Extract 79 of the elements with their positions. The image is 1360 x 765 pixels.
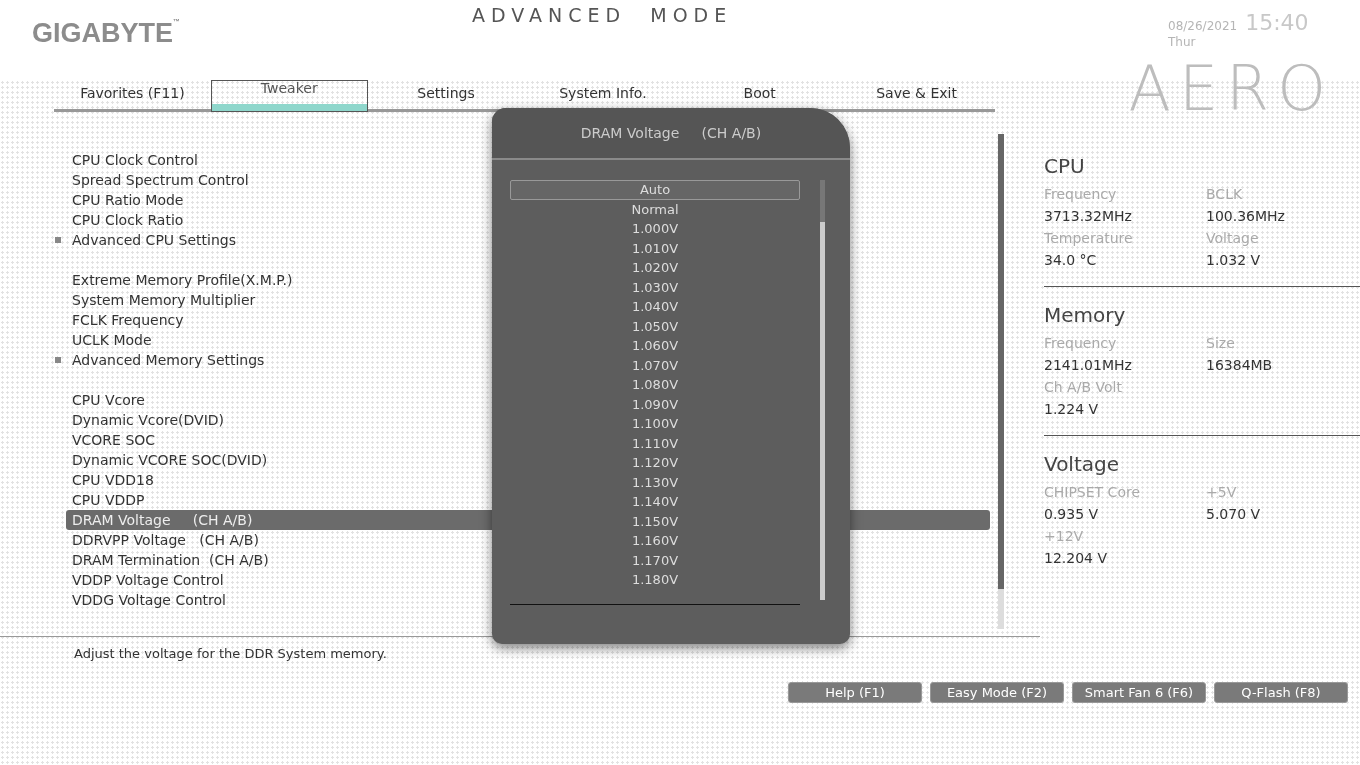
menu-item[interactable]: Dynamic VCORE SOC(DVID) <box>72 452 268 468</box>
menu-item[interactable]: CPU Clock Ratio <box>72 212 184 228</box>
option-item[interactable]: 1.040V <box>510 297 800 317</box>
menu-item[interactable]: DRAM Voltage (CH A/B) <box>72 512 253 528</box>
info-label: Frequency <box>1044 335 1118 351</box>
menu-item[interactable]: CPU Vcore <box>72 392 145 408</box>
option-item[interactable]: 1.060V <box>510 336 800 356</box>
option-item[interactable]: 1.020V <box>510 258 800 278</box>
day-text: Thur <box>1168 35 1197 49</box>
series-logo: AERO <box>1128 52 1334 125</box>
info-label: BCLK <box>1206 186 1244 202</box>
info-value: 1.224 V <box>1044 401 1100 417</box>
option-item[interactable]: 1.180V <box>510 570 800 590</box>
tab[interactable]: Tweaker <box>210 80 368 112</box>
option-item[interactable]: 1.140V <box>510 492 800 512</box>
mode-title: ADVANCED MODE <box>472 3 734 28</box>
section-title: CPU <box>1044 154 1086 178</box>
function-button[interactable]: Help (F1) <box>788 682 922 703</box>
info-label: CHIPSET Core <box>1044 484 1141 500</box>
menu-item[interactable]: VDDG Voltage Control <box>72 592 226 608</box>
menu-item[interactable]: Extreme Memory Profile(X.M.P.) <box>72 272 293 288</box>
option-item[interactable]: 1.010V <box>510 238 800 258</box>
function-button[interactable]: Easy Mode (F2) <box>930 682 1064 703</box>
option-item[interactable]: Normal <box>510 199 800 219</box>
menu-item[interactable]: System Memory Multiplier <box>72 292 256 308</box>
menu-item[interactable]: VDDP Voltage Control <box>72 572 224 588</box>
info-value: 34.0 °C <box>1044 252 1098 268</box>
info-label: Frequency <box>1044 186 1118 202</box>
tab[interactable]: Favorites (F11) <box>54 85 211 112</box>
info-value: 16384MB <box>1206 357 1274 373</box>
section-title: Memory <box>1044 303 1127 327</box>
info-value: 2141.01MHz <box>1044 357 1133 373</box>
info-value: 1.032 V <box>1206 252 1262 268</box>
option-item[interactable]: 1.070V <box>510 355 800 375</box>
option-item[interactable]: 1.130V <box>510 472 800 492</box>
menu-item[interactable]: VCORE SOC <box>72 432 156 448</box>
menu-item[interactable]: CPU VDD18 <box>72 472 154 488</box>
description-text: Adjust the voltage for the DDR System memory. <box>74 646 387 661</box>
menu-item[interactable]: CPU Ratio Mode <box>72 192 184 208</box>
menu-item[interactable]: CPU Clock Control <box>72 152 198 168</box>
menu-item[interactable]: Dynamic Vcore(DVID) <box>72 412 225 428</box>
info-label: Size <box>1206 335 1236 351</box>
menu-item[interactable]: Advanced Memory Settings <box>72 352 265 368</box>
option-item[interactable]: Auto <box>510 180 800 200</box>
option-item[interactable]: 1.110V <box>510 433 800 453</box>
option-item[interactable]: 1.090V <box>510 394 800 414</box>
option-item[interactable]: 1.050V <box>510 316 800 336</box>
info-label: Voltage <box>1206 230 1260 246</box>
info-label: Ch A/B Volt <box>1044 379 1123 395</box>
tab[interactable]: Save & Exit <box>838 85 995 112</box>
menu-item[interactable]: CPU VDDP <box>72 492 145 508</box>
menu-item[interactable]: Spread Spectrum Control <box>72 172 249 188</box>
menu-item[interactable]: FCLK Frequency <box>72 312 184 328</box>
option-item[interactable]: 1.160V <box>510 531 800 551</box>
function-button[interactable]: Smart Fan 6 (F6) <box>1072 682 1206 703</box>
info-value: 0.935 V <box>1044 506 1100 522</box>
option-item[interactable]: 1.150V <box>510 511 800 531</box>
option-item[interactable]: 1.100V <box>510 414 800 434</box>
section-title: Voltage <box>1044 452 1121 476</box>
menu-item[interactable]: Advanced CPU Settings <box>72 232 236 248</box>
popup-title: DRAM Voltage (CH A/B) <box>492 108 850 160</box>
info-value: 3713.32MHz <box>1044 208 1133 224</box>
option-item[interactable]: 1.120V <box>510 453 800 473</box>
info-value: 12.204 V <box>1044 550 1108 566</box>
menu-item[interactable]: DDRVPP Voltage (CH A/B) <box>72 532 259 548</box>
info-label: +12V <box>1044 528 1085 544</box>
popup-scrollbar[interactable] <box>820 180 825 600</box>
option-item[interactable]: 1.080V <box>510 375 800 395</box>
function-button[interactable]: Q-Flash (F8) <box>1214 682 1348 703</box>
option-item[interactable]: 1.000V <box>510 219 800 239</box>
option-item[interactable]: 1.170V <box>510 550 800 570</box>
option-item[interactable]: 1.030V <box>510 277 800 297</box>
scrollbar[interactable] <box>998 134 1004 629</box>
info-label: +5V <box>1206 484 1238 500</box>
info-value: 5.070 V <box>1206 506 1262 522</box>
menu-item[interactable]: DRAM Termination (CH A/B) <box>72 552 269 568</box>
info-label: Temperature <box>1044 230 1134 246</box>
info-value: 100.36MHz <box>1206 208 1286 224</box>
menu-item[interactable]: UCLK Mode <box>72 332 152 348</box>
